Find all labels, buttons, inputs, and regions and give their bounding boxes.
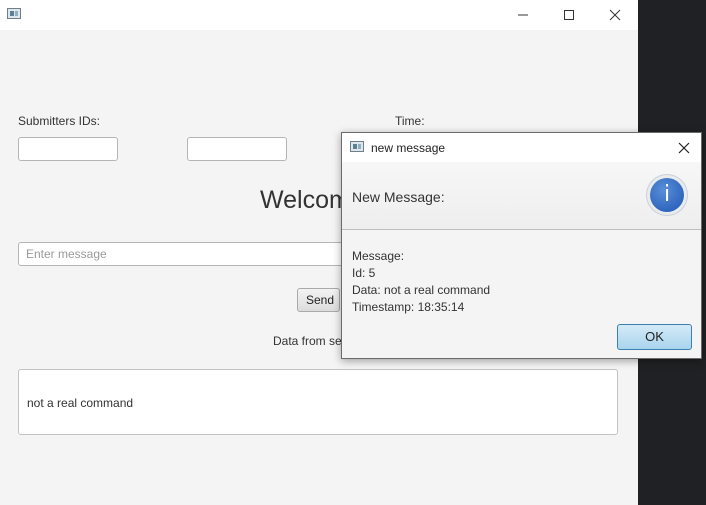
minimize-button[interactable] xyxy=(500,0,546,30)
dialog-title-bar: new message xyxy=(342,133,701,162)
dialog-app-icon xyxy=(350,141,364,152)
info-icon: i xyxy=(647,175,687,215)
close-icon xyxy=(678,142,690,154)
dialog-header-text: New Message: xyxy=(352,189,445,205)
send-button[interactable]: Send xyxy=(297,288,340,312)
new-message-dialog: new message New Message: i Message: Id: … xyxy=(341,132,702,359)
submitter-id-1-field[interactable] xyxy=(18,137,118,161)
maximize-button[interactable] xyxy=(546,0,592,30)
server-data-area[interactable]: not a real command xyxy=(18,369,618,435)
title-bar xyxy=(0,0,638,30)
close-icon xyxy=(609,9,621,21)
app-icon xyxy=(7,8,21,19)
minimize-icon xyxy=(518,14,528,16)
message-line: Message: xyxy=(352,249,405,263)
dialog-header: New Message: i xyxy=(342,162,701,230)
maximize-icon xyxy=(564,10,574,20)
server-data-text: not a real command xyxy=(27,396,134,410)
dialog-title: new message xyxy=(371,141,446,155)
ok-button[interactable]: OK xyxy=(617,324,692,350)
submitter-id-2-field[interactable] xyxy=(187,137,287,161)
close-button[interactable] xyxy=(592,0,638,30)
time-label: Time: xyxy=(395,114,425,128)
data-line: Data: not a real command xyxy=(352,283,491,297)
id-line: Id: 5 xyxy=(352,266,376,280)
dialog-close-button[interactable] xyxy=(673,137,695,159)
timestamp-line: Timestamp: 18:35:14 xyxy=(352,300,465,314)
submitters-ids-label: Submitters IDs: xyxy=(18,114,101,128)
dialog-content: Message: Id: 5 Data: not a real command … xyxy=(352,248,490,316)
